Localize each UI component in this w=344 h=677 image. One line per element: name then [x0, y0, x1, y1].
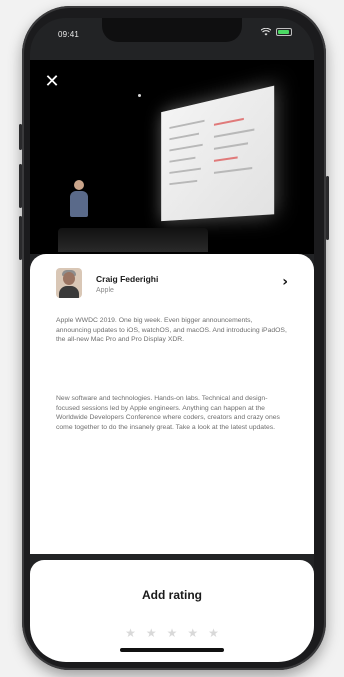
slide-accent: [213, 117, 244, 126]
description-paragraph-2: New software and technologies. Hands-on …: [56, 395, 280, 431]
star-icon[interactable]: ★: [167, 626, 178, 640]
slide-line: [169, 132, 200, 141]
star-icon[interactable]: ★: [125, 626, 136, 640]
slide-line: [213, 128, 255, 138]
slide-line: [169, 179, 198, 186]
presenter-head: [74, 180, 84, 190]
avatar-head: [63, 272, 75, 285]
battery-icon: [276, 28, 292, 36]
slide-accent: [213, 156, 238, 162]
slide-line: [213, 142, 249, 150]
status-icons: [261, 28, 292, 36]
slide-line: [169, 156, 196, 163]
star-icon[interactable]: ★: [187, 626, 198, 640]
avatar: [56, 268, 82, 298]
star-icon[interactable]: ★: [208, 626, 219, 640]
speaker-row[interactable]: Craig Federighi Apple ›: [56, 268, 292, 308]
phone-screen: 09:41 ✕ Craig Federighi Apple › Apple WW…: [30, 18, 314, 662]
session-card: Craig Federighi Apple › Apple WWDC 2019.…: [30, 254, 314, 554]
speaker-name: Craig Federighi: [96, 274, 159, 284]
star-icon[interactable]: ★: [146, 626, 157, 640]
side-button-left-top: [19, 124, 22, 150]
battery-level: [278, 30, 289, 34]
presenter-figure: [70, 180, 88, 217]
status-time: 09:41: [58, 30, 80, 39]
side-button-right: [326, 176, 329, 240]
avatar-body: [59, 286, 79, 298]
rating-sheet: Add rating ★ ★ ★ ★ ★: [30, 560, 314, 662]
video-player[interactable]: ✕: [30, 60, 314, 254]
star-rating[interactable]: ★ ★ ★ ★ ★: [30, 626, 314, 640]
close-button[interactable]: ✕: [42, 72, 62, 92]
slide-line: [169, 143, 203, 152]
slide-line: [169, 167, 201, 174]
chevron-right-icon[interactable]: ›: [282, 274, 288, 290]
home-indicator[interactable]: [120, 648, 224, 652]
slide-line: [169, 119, 205, 129]
notch: [102, 18, 242, 42]
side-button-left-bottom: [19, 216, 22, 260]
add-rating-button[interactable]: Add rating: [30, 588, 314, 602]
side-button-left-mid: [19, 164, 22, 208]
slide-line: [213, 166, 253, 174]
description-paragraph-1: Apple WWDC 2019. One big week. Even bigg…: [56, 317, 287, 344]
speaker-org: Apple: [96, 287, 114, 294]
presenter-body: [70, 191, 88, 217]
presentation-screen: [161, 85, 275, 222]
wifi-icon: [261, 28, 271, 36]
stage-floor: [58, 228, 208, 252]
stage-light: [138, 94, 141, 97]
